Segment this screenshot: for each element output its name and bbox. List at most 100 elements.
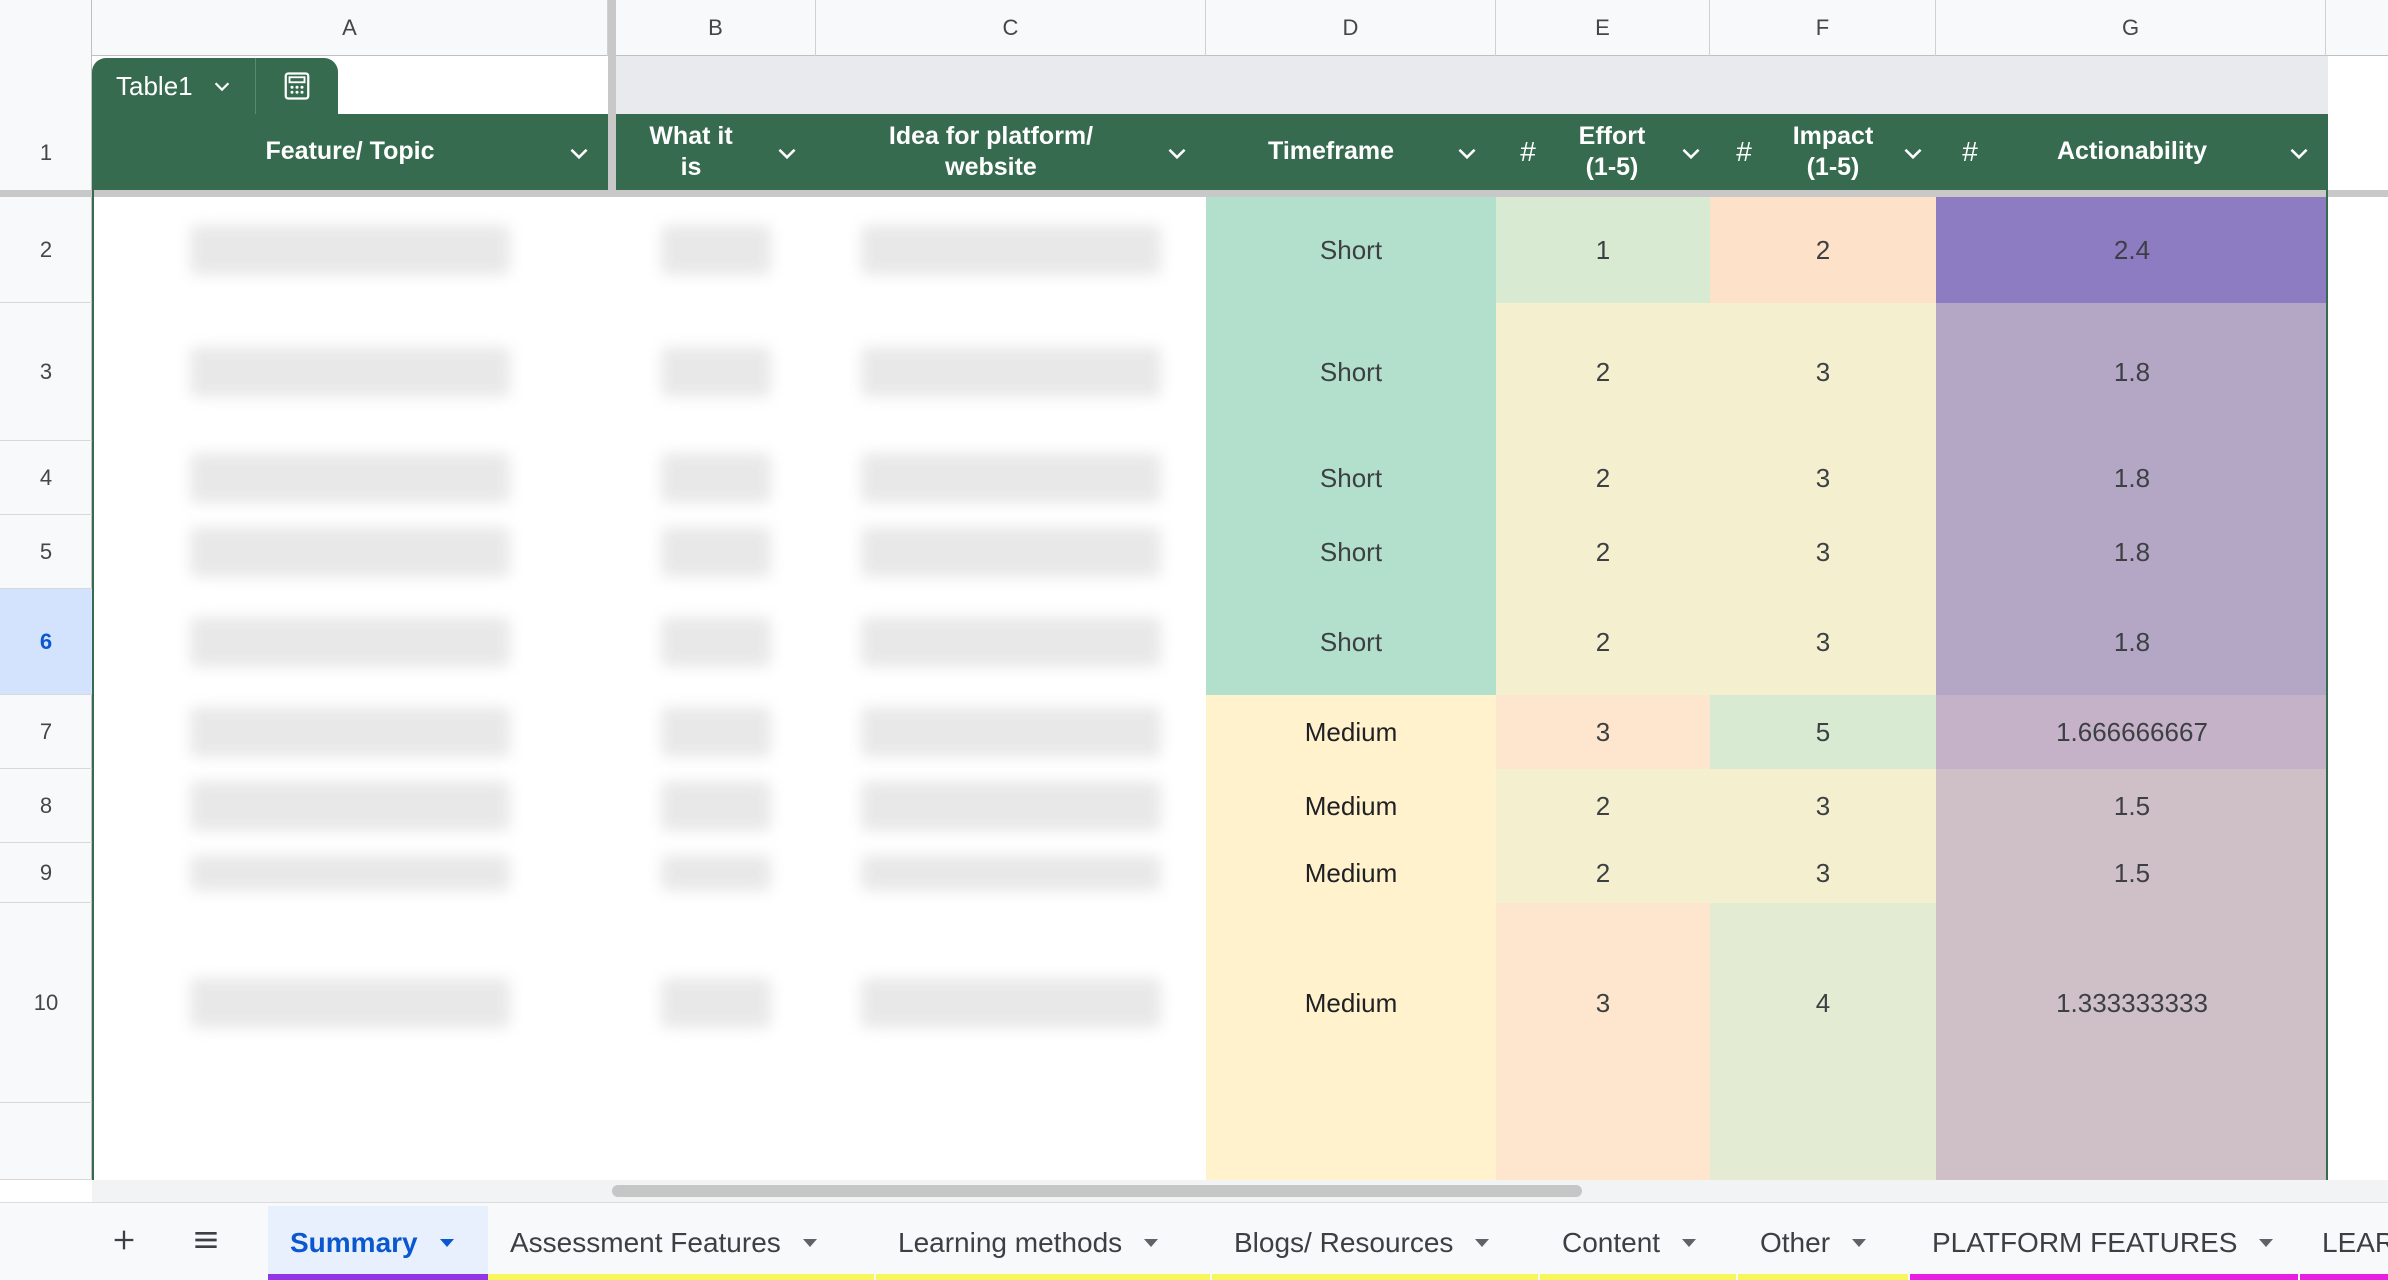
redacted-cell[interactable] <box>616 1103 816 1180</box>
sheet-tab[interactable]: Blogs/ Resources <box>1212 1206 1538 1280</box>
actionability-cell[interactable]: 1.8 <box>1936 515 2328 589</box>
redacted-cell[interactable] <box>92 589 608 695</box>
sheet-tab[interactable]: Content <box>1540 1206 1736 1280</box>
impact-cell[interactable]: 3 <box>1710 589 1936 695</box>
row-header-6[interactable]: 6 <box>0 589 92 695</box>
sheet-tab[interactable]: Other <box>1738 1206 1908 1280</box>
row-header-10[interactable]: 10 <box>0 903 92 1103</box>
row-header-2[interactable]: 2 <box>0 197 92 303</box>
table-name-button[interactable]: Table1 <box>92 58 256 114</box>
effort-cell[interactable]: 2 <box>1496 843 1710 903</box>
chevron-down-icon[interactable] <box>2286 140 2312 166</box>
actionability-cell[interactable]: 1.333333333 <box>1936 903 2328 1103</box>
chevron-down-icon[interactable] <box>566 140 592 166</box>
effort-cell[interactable]: 2 <box>1496 441 1710 515</box>
chevron-down-icon[interactable] <box>1454 140 1480 166</box>
redacted-cell[interactable] <box>616 197 816 303</box>
plus-icon[interactable] <box>100 1216 148 1264</box>
actionability-cell[interactable]: 2.4 <box>1936 197 2328 303</box>
impact-cell[interactable]: 5 <box>1710 695 1936 769</box>
redacted-cell[interactable] <box>616 515 816 589</box>
impact-cell[interactable]: 3 <box>1710 843 1936 903</box>
impact-cell[interactable]: 4 <box>1710 903 1936 1103</box>
redacted-cell[interactable] <box>616 589 816 695</box>
impact-cell[interactable]: 3 <box>1710 515 1936 589</box>
row-header-1[interactable]: 1 <box>0 114 92 192</box>
redacted-cell[interactable] <box>92 843 608 903</box>
redacted-cell[interactable] <box>816 441 1206 515</box>
header-actionability[interactable]: Actionability <box>1936 114 2328 190</box>
redacted-cell[interactable] <box>816 903 1206 1103</box>
redacted-cell[interactable] <box>816 515 1206 589</box>
header-effort[interactable]: Effort (1-5) <box>1544 114 1710 190</box>
horizontal-scrollbar[interactable] <box>92 1180 2388 1202</box>
chevron-down-icon[interactable] <box>1164 140 1190 166</box>
chevron-down-icon[interactable] <box>1900 140 1926 166</box>
redacted-cell[interactable] <box>616 303 816 441</box>
redacted-cell[interactable] <box>816 843 1206 903</box>
redacted-cell[interactable] <box>92 441 608 515</box>
timeframe-cell[interactable] <box>1206 1103 1496 1180</box>
effort-cell[interactable] <box>1496 1103 1710 1180</box>
header-timeframe[interactable]: Timeframe <box>1206 114 1496 190</box>
redacted-cell[interactable] <box>816 589 1206 695</box>
effort-cell[interactable]: 2 <box>1496 515 1710 589</box>
actionability-cell[interactable]: 1.666666667 <box>1936 695 2328 769</box>
sheet-tab[interactable]: Assessment Features <box>488 1206 874 1280</box>
frozen-row-divider[interactable] <box>0 190 2388 197</box>
chevron-down-icon[interactable] <box>1678 140 1704 166</box>
redacted-cell[interactable] <box>92 303 608 441</box>
select-all-corner[interactable] <box>0 0 92 56</box>
sheet-tab[interactable]: LEAR <box>2300 1206 2388 1280</box>
redacted-cell[interactable] <box>616 695 816 769</box>
table-chip[interactable]: Table1 <box>92 58 338 114</box>
redacted-cell[interactable] <box>92 197 608 303</box>
impact-cell[interactable]: 3 <box>1710 441 1936 515</box>
actionability-cell[interactable]: 1.8 <box>1936 303 2328 441</box>
impact-cell[interactable]: 2 <box>1710 197 1936 303</box>
actionability-cell[interactable]: 1.8 <box>1936 589 2328 695</box>
timeframe-cell[interactable]: Short <box>1206 589 1496 695</box>
redacted-cell[interactable] <box>816 197 1206 303</box>
redacted-cell[interactable] <box>92 903 608 1103</box>
timeframe-cell[interactable]: Short <box>1206 197 1496 303</box>
row-header-3[interactable]: 3 <box>0 303 92 441</box>
effort-cell[interactable]: 2 <box>1496 769 1710 843</box>
column-header-e[interactable]: E <box>1496 0 1710 56</box>
dropdown-caret-icon[interactable] <box>1475 1239 1490 1247</box>
row-header-7[interactable]: 7 <box>0 695 92 769</box>
header-idea-platform[interactable]: Idea for platform/ website <box>816 114 1206 190</box>
impact-cell[interactable]: 3 <box>1710 769 1936 843</box>
timeframe-cell[interactable]: Medium <box>1206 903 1496 1103</box>
column-header-d[interactable]: D <box>1206 0 1496 56</box>
column-header-f[interactable]: F <box>1710 0 1936 56</box>
timeframe-cell[interactable]: Short <box>1206 303 1496 441</box>
dropdown-caret-icon[interactable] <box>1682 1239 1697 1247</box>
row-header-4[interactable]: 4 <box>0 441 92 515</box>
effort-cell[interactable]: 3 <box>1496 903 1710 1103</box>
timeframe-cell[interactable]: Short <box>1206 515 1496 589</box>
menu-icon[interactable] <box>182 1216 230 1264</box>
header-impact[interactable]: Impact (1-5) <box>1760 114 1936 190</box>
effort-cell[interactable]: 1 <box>1496 197 1710 303</box>
dropdown-caret-icon[interactable] <box>1852 1239 1867 1247</box>
sheet-tab[interactable]: PLATFORM FEATURES <box>1910 1206 2298 1280</box>
column-header-a[interactable]: A <box>92 0 608 56</box>
actionability-cell[interactable]: 1.5 <box>1936 769 2328 843</box>
redacted-cell[interactable] <box>616 903 816 1103</box>
row-header-8[interactable]: 8 <box>0 769 92 843</box>
dropdown-caret-icon[interactable] <box>1144 1239 1159 1247</box>
sheet-tab[interactable]: Summary <box>268 1206 488 1280</box>
effort-cell[interactable]: 2 <box>1496 303 1710 441</box>
scrollbar-thumb[interactable] <box>612 1185 1582 1197</box>
redacted-cell[interactable] <box>816 695 1206 769</box>
effort-cell[interactable]: 3 <box>1496 695 1710 769</box>
redacted-cell[interactable] <box>92 769 608 843</box>
redacted-cell[interactable] <box>816 1103 1206 1180</box>
header-feature-topic[interactable]: Feature/ Topic <box>92 114 608 190</box>
actionability-cell[interactable] <box>1936 1103 2328 1180</box>
dropdown-caret-icon[interactable] <box>439 1239 454 1247</box>
dropdown-caret-icon[interactable] <box>2259 1239 2274 1247</box>
effort-cell[interactable]: 2 <box>1496 589 1710 695</box>
row-header-9[interactable]: 9 <box>0 843 92 903</box>
